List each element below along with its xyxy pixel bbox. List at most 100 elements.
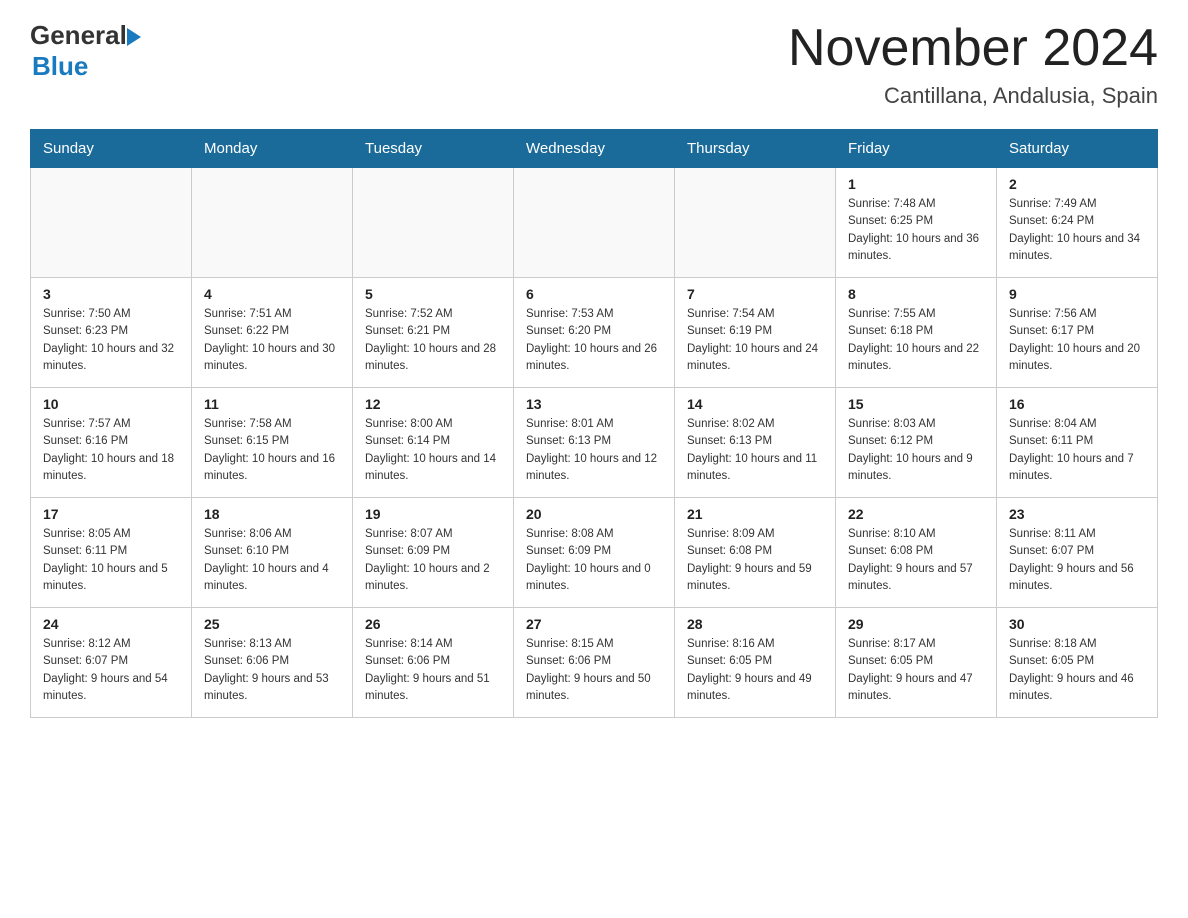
day-info: Sunrise: 8:04 AMSunset: 6:11 PMDaylight:… bbox=[1009, 416, 1145, 485]
calendar-title-section: November 2024 Cantillana, Andalusia, Spa… bbox=[788, 20, 1158, 109]
day-info: Sunrise: 8:06 AMSunset: 6:10 PMDaylight:… bbox=[204, 526, 340, 595]
table-cell: 29Sunrise: 8:17 AMSunset: 6:05 PMDayligh… bbox=[836, 608, 997, 718]
header-saturday: Saturday bbox=[997, 130, 1158, 168]
day-number: 19 bbox=[365, 506, 501, 522]
day-number: 6 bbox=[526, 286, 662, 302]
table-cell bbox=[192, 168, 353, 278]
day-info: Sunrise: 8:09 AMSunset: 6:08 PMDaylight:… bbox=[687, 526, 823, 595]
day-info: Sunrise: 7:52 AMSunset: 6:21 PMDaylight:… bbox=[365, 306, 501, 375]
table-cell: 18 Sunrise: 8:06 AMSunset: 6:10 PMDayligh… bbox=[192, 498, 353, 608]
header-wednesday: Wednesday bbox=[514, 130, 675, 168]
day-info: Sunrise: 8:03 AMSunset: 6:12 PMDaylight:… bbox=[848, 416, 984, 485]
table-cell: 19 Sunrise: 8:07 AMSunset: 6:09 PMDayligh… bbox=[353, 498, 514, 608]
day-number: 13 bbox=[526, 396, 662, 412]
day-number: 7 bbox=[687, 286, 823, 302]
day-number: 23 bbox=[1009, 506, 1145, 522]
table-cell: 23Sunrise: 8:11 AMSunset: 6:07 PMDayligh… bbox=[997, 498, 1158, 608]
day-info: Sunrise: 8:07 AMSunset: 6:09 PMDaylight:… bbox=[365, 526, 501, 595]
day-info: Sunrise: 7:48 AMSunset: 6:25 PMDaylight:… bbox=[848, 196, 984, 265]
table-cell: 24 Sunrise: 8:12 AMSunset: 6:07 PMDayligh… bbox=[31, 608, 192, 718]
day-info: Sunrise: 8:18 AMSunset: 6:05 PMDaylight:… bbox=[1009, 636, 1145, 705]
day-number: 16 bbox=[1009, 396, 1145, 412]
table-cell: 21 Sunrise: 8:09 AMSunset: 6:08 PMDayligh… bbox=[675, 498, 836, 608]
day-info: Sunrise: 7:49 AMSunset: 6:24 PMDaylight:… bbox=[1009, 196, 1145, 265]
table-cell bbox=[514, 168, 675, 278]
day-info: Sunrise: 8:05 AMSunset: 6:11 PMDaylight:… bbox=[43, 526, 179, 595]
table-cell bbox=[675, 168, 836, 278]
table-cell: 17 Sunrise: 8:05 AMSunset: 6:11 PMDayligh… bbox=[31, 498, 192, 608]
table-cell: 2 Sunrise: 7:49 AMSunset: 6:24 PMDaylight… bbox=[997, 168, 1158, 278]
header-monday: Monday bbox=[192, 130, 353, 168]
week-row-4: 17 Sunrise: 8:05 AMSunset: 6:11 PMDayligh… bbox=[31, 498, 1158, 608]
location-title: Cantillana, Andalusia, Spain bbox=[788, 83, 1158, 109]
day-number: 21 bbox=[687, 506, 823, 522]
day-number: 12 bbox=[365, 396, 501, 412]
day-number: 5 bbox=[365, 286, 501, 302]
page-header: General Blue November 2024 Cantillana, A… bbox=[30, 20, 1158, 109]
table-cell: 6Sunrise: 7:53 AMSunset: 6:20 PMDaylight… bbox=[514, 278, 675, 388]
day-number: 24 bbox=[43, 616, 179, 632]
logo: General Blue bbox=[30, 20, 141, 82]
table-cell: 14 Sunrise: 8:02 AMSunset: 6:13 PMDayligh… bbox=[675, 388, 836, 498]
week-row-5: 24 Sunrise: 8:12 AMSunset: 6:07 PMDayligh… bbox=[31, 608, 1158, 718]
day-info: Sunrise: 8:17 AMSunset: 6:05 PMDaylight:… bbox=[848, 636, 984, 705]
week-row-2: 3Sunrise: 7:50 AMSunset: 6:23 PMDaylight… bbox=[31, 278, 1158, 388]
day-number: 17 bbox=[43, 506, 179, 522]
table-cell: 16 Sunrise: 8:04 AMSunset: 6:11 PMDayligh… bbox=[997, 388, 1158, 498]
table-cell: 13 Sunrise: 8:01 AMSunset: 6:13 PMDayligh… bbox=[514, 388, 675, 498]
day-info: Sunrise: 7:55 AMSunset: 6:18 PMDaylight:… bbox=[848, 306, 984, 375]
table-cell: 7 Sunrise: 7:54 AMSunset: 6:19 PMDaylight… bbox=[675, 278, 836, 388]
day-number: 2 bbox=[1009, 176, 1145, 192]
day-number: 3 bbox=[43, 286, 179, 302]
day-number: 8 bbox=[848, 286, 984, 302]
day-info: Sunrise: 8:14 AMSunset: 6:06 PMDaylight:… bbox=[365, 636, 501, 705]
month-year-title: November 2024 bbox=[788, 20, 1158, 77]
calendar-table: Sunday Monday Tuesday Wednesday Thursday… bbox=[30, 129, 1158, 718]
header-sunday: Sunday bbox=[31, 130, 192, 168]
header-thursday: Thursday bbox=[675, 130, 836, 168]
day-number: 28 bbox=[687, 616, 823, 632]
week-row-3: 10Sunrise: 7:57 AMSunset: 6:16 PMDayligh… bbox=[31, 388, 1158, 498]
header-friday: Friday bbox=[836, 130, 997, 168]
table-cell: 9Sunrise: 7:56 AMSunset: 6:17 PMDaylight… bbox=[997, 278, 1158, 388]
table-cell bbox=[353, 168, 514, 278]
day-number: 18 bbox=[204, 506, 340, 522]
logo-text-general: General bbox=[30, 20, 127, 51]
table-cell: 5 Sunrise: 7:52 AMSunset: 6:21 PMDaylight… bbox=[353, 278, 514, 388]
table-cell: 26 Sunrise: 8:14 AMSunset: 6:06 PMDayligh… bbox=[353, 608, 514, 718]
day-info: Sunrise: 7:58 AMSunset: 6:15 PMDaylight:… bbox=[204, 416, 340, 485]
day-number: 30 bbox=[1009, 616, 1145, 632]
week-row-1: 1 Sunrise: 7:48 AMSunset: 6:25 PMDaylight… bbox=[31, 168, 1158, 278]
day-number: 22 bbox=[848, 506, 984, 522]
day-info: Sunrise: 8:01 AMSunset: 6:13 PMDaylight:… bbox=[526, 416, 662, 485]
day-number: 9 bbox=[1009, 286, 1145, 302]
calendar-header-row: Sunday Monday Tuesday Wednesday Thursday… bbox=[31, 130, 1158, 168]
table-cell: 30 Sunrise: 8:18 AMSunset: 6:05 PMDayligh… bbox=[997, 608, 1158, 718]
day-info: Sunrise: 8:15 AMSunset: 6:06 PMDaylight:… bbox=[526, 636, 662, 705]
table-cell: 11 Sunrise: 7:58 AMSunset: 6:15 PMDayligh… bbox=[192, 388, 353, 498]
day-number: 11 bbox=[204, 396, 340, 412]
table-cell: 22 Sunrise: 8:10 AMSunset: 6:08 PMDayligh… bbox=[836, 498, 997, 608]
day-info: Sunrise: 7:51 AMSunset: 6:22 PMDaylight:… bbox=[204, 306, 340, 375]
day-number: 14 bbox=[687, 396, 823, 412]
day-number: 26 bbox=[365, 616, 501, 632]
table-cell: 4 Sunrise: 7:51 AMSunset: 6:22 PMDaylight… bbox=[192, 278, 353, 388]
table-cell: 25 Sunrise: 8:13 AMSunset: 6:06 PMDayligh… bbox=[192, 608, 353, 718]
table-cell: 15Sunrise: 8:03 AMSunset: 6:12 PMDayligh… bbox=[836, 388, 997, 498]
day-info: Sunrise: 8:00 AMSunset: 6:14 PMDaylight:… bbox=[365, 416, 501, 485]
table-cell: 27 Sunrise: 8:15 AMSunset: 6:06 PMDayligh… bbox=[514, 608, 675, 718]
day-info: Sunrise: 8:12 AMSunset: 6:07 PMDaylight:… bbox=[43, 636, 179, 705]
table-cell: 8 Sunrise: 7:55 AMSunset: 6:18 PMDaylight… bbox=[836, 278, 997, 388]
table-cell: 1 Sunrise: 7:48 AMSunset: 6:25 PMDaylight… bbox=[836, 168, 997, 278]
day-number: 27 bbox=[526, 616, 662, 632]
day-info: Sunrise: 8:02 AMSunset: 6:13 PMDaylight:… bbox=[687, 416, 823, 485]
header-tuesday: Tuesday bbox=[353, 130, 514, 168]
day-number: 25 bbox=[204, 616, 340, 632]
day-number: 1 bbox=[848, 176, 984, 192]
day-info: Sunrise: 7:57 AMSunset: 6:16 PMDaylight:… bbox=[43, 416, 179, 485]
day-info: Sunrise: 8:16 AMSunset: 6:05 PMDaylight:… bbox=[687, 636, 823, 705]
day-info: Sunrise: 8:13 AMSunset: 6:06 PMDaylight:… bbox=[204, 636, 340, 705]
day-number: 4 bbox=[204, 286, 340, 302]
day-info: Sunrise: 7:54 AMSunset: 6:19 PMDaylight:… bbox=[687, 306, 823, 375]
day-info: Sunrise: 8:10 AMSunset: 6:08 PMDaylight:… bbox=[848, 526, 984, 595]
